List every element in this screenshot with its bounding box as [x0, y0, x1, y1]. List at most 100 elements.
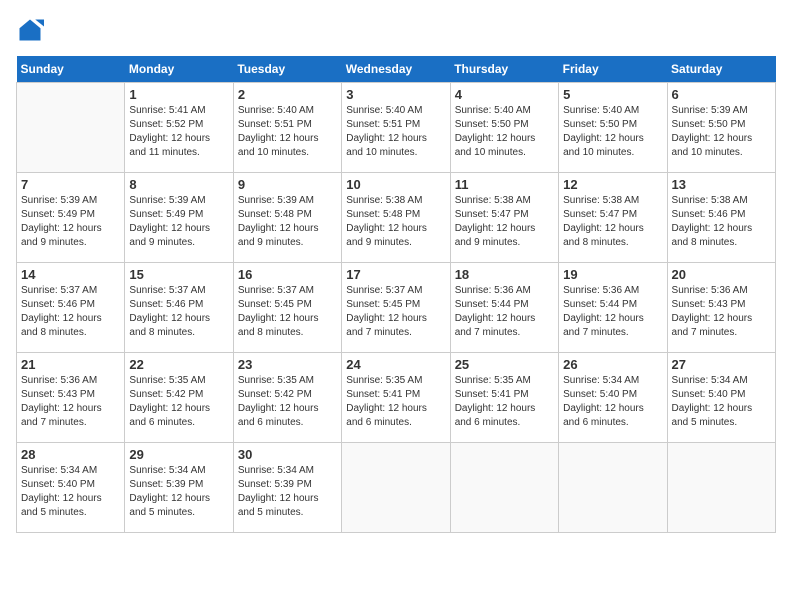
logo-icon [16, 16, 44, 44]
day-number: 14 [21, 267, 120, 282]
calendar-week-row: 28 Sunrise: 5:34 AM Sunset: 5:40 PM Dayli… [17, 443, 776, 533]
calendar-cell: 2 Sunrise: 5:40 AM Sunset: 5:51 PM Daylig… [233, 83, 341, 173]
day-number: 27 [672, 357, 771, 372]
day-number: 28 [21, 447, 120, 462]
calendar-cell: 3Sunrise: 5:40 AM Sunset: 5:51 PM Daylig… [342, 83, 450, 173]
calendar-week-row: 21 Sunrise: 5:36 AM Sunset: 5:43 PM Dayli… [17, 353, 776, 443]
day-number: 25 [455, 357, 554, 372]
calendar-cell: 18 Sunrise: 5:36 AM Sunset: 5:44 PM Dayli… [450, 263, 558, 353]
calendar-cell: 24 Sunrise: 5:35 AM Sunset: 5:41 PM Dayli… [342, 353, 450, 443]
calendar-cell: 21 Sunrise: 5:36 AM Sunset: 5:43 PM Dayli… [17, 353, 125, 443]
calendar-cell: 7 Sunrise: 5:39 AM Sunset: 5:49 PM Daylig… [17, 173, 125, 263]
day-number: 1 [129, 87, 228, 102]
calendar-cell [342, 443, 450, 533]
day-number: 13 [672, 177, 771, 192]
day-number: 2 [238, 87, 337, 102]
calendar-cell: 14 Sunrise: 5:37 AM Sunset: 5:46 PM Dayli… [17, 263, 125, 353]
day-info: Sunrise: 5:41 AM Sunset: 5:52 PM Dayligh… [129, 104, 228, 160]
calendar: SundayMondayTuesdayWednesdayThursdayFrid… [16, 56, 776, 533]
day-info: Sunrise: 5:36 AM Sunset: 5:43 PM Dayligh… [21, 374, 120, 430]
calendar-cell: 17Sunrise: 5:37 AM Sunset: 5:45 PM Dayli… [342, 263, 450, 353]
day-number: 24 [346, 357, 445, 372]
day-info: Sunrise: 5:36 AM Sunset: 5:44 PM Dayligh… [563, 284, 662, 340]
day-number: 12 [563, 177, 662, 192]
day-info: Sunrise: 5:37 AM Sunset: 5:45 PM Dayligh… [346, 284, 445, 340]
column-header-thursday: Thursday [450, 56, 558, 83]
logo [16, 16, 48, 44]
calendar-cell: 15 Sunrise: 5:37 AM Sunset: 5:46 PM Dayli… [125, 263, 233, 353]
day-info: Sunrise: 5:34 AM Sunset: 5:39 PM Dayligh… [129, 464, 228, 520]
calendar-week-row: 7 Sunrise: 5:39 AM Sunset: 5:49 PM Daylig… [17, 173, 776, 263]
day-info: Sunrise: 5:35 AM Sunset: 5:41 PM Dayligh… [455, 374, 554, 430]
calendar-cell: 23 Sunrise: 5:35 AM Sunset: 5:42 PM Dayli… [233, 353, 341, 443]
column-header-saturday: Saturday [667, 56, 775, 83]
day-number: 20 [672, 267, 771, 282]
calendar-cell: 10 Sunrise: 5:38 AM Sunset: 5:48 PM Dayli… [342, 173, 450, 263]
day-number: 23 [238, 357, 337, 372]
column-header-tuesday: Tuesday [233, 56, 341, 83]
calendar-cell: 12Sunrise: 5:38 AM Sunset: 5:47 PM Dayli… [559, 173, 667, 263]
calendar-cell: 4 Sunrise: 5:40 AM Sunset: 5:50 PM Daylig… [450, 83, 558, 173]
day-info: Sunrise: 5:40 AM Sunset: 5:50 PM Dayligh… [455, 104, 554, 160]
day-number: 5 [563, 87, 662, 102]
calendar-cell: 22 Sunrise: 5:35 AM Sunset: 5:42 PM Dayli… [125, 353, 233, 443]
calendar-cell: 8 Sunrise: 5:39 AM Sunset: 5:49 PM Daylig… [125, 173, 233, 263]
day-info: Sunrise: 5:38 AM Sunset: 5:47 PM Dayligh… [455, 194, 554, 250]
calendar-cell: 29 Sunrise: 5:34 AM Sunset: 5:39 PM Dayli… [125, 443, 233, 533]
calendar-week-row: 14 Sunrise: 5:37 AM Sunset: 5:46 PM Dayli… [17, 263, 776, 353]
calendar-cell: 11 Sunrise: 5:38 AM Sunset: 5:47 PM Dayli… [450, 173, 558, 263]
calendar-cell [17, 83, 125, 173]
day-info: Sunrise: 5:40 AM Sunset: 5:50 PM Dayligh… [563, 104, 662, 160]
day-info: Sunrise: 5:35 AM Sunset: 5:42 PM Dayligh… [129, 374, 228, 430]
column-header-friday: Friday [559, 56, 667, 83]
calendar-cell: 19 Sunrise: 5:36 AM Sunset: 5:44 PM Dayli… [559, 263, 667, 353]
day-number: 10 [346, 177, 445, 192]
page-header [16, 16, 776, 44]
day-info: Sunrise: 5:35 AM Sunset: 5:42 PM Dayligh… [238, 374, 337, 430]
calendar-cell: 26Sunrise: 5:34 AM Sunset: 5:40 PM Dayli… [559, 353, 667, 443]
day-number: 7 [21, 177, 120, 192]
calendar-cell: 6Sunrise: 5:39 AM Sunset: 5:50 PM Daylig… [667, 83, 775, 173]
calendar-cell: 16Sunrise: 5:37 AM Sunset: 5:45 PM Dayli… [233, 263, 341, 353]
day-number: 9 [238, 177, 337, 192]
day-info: Sunrise: 5:34 AM Sunset: 5:39 PM Dayligh… [238, 464, 337, 520]
calendar-cell: 27Sunrise: 5:34 AM Sunset: 5:40 PM Dayli… [667, 353, 775, 443]
day-number: 16 [238, 267, 337, 282]
day-info: Sunrise: 5:38 AM Sunset: 5:46 PM Dayligh… [672, 194, 771, 250]
day-info: Sunrise: 5:39 AM Sunset: 5:49 PM Dayligh… [129, 194, 228, 250]
day-info: Sunrise: 5:34 AM Sunset: 5:40 PM Dayligh… [563, 374, 662, 430]
day-info: Sunrise: 5:34 AM Sunset: 5:40 PM Dayligh… [21, 464, 120, 520]
day-info: Sunrise: 5:39 AM Sunset: 5:48 PM Dayligh… [238, 194, 337, 250]
day-info: Sunrise: 5:40 AM Sunset: 5:51 PM Dayligh… [238, 104, 337, 160]
day-number: 29 [129, 447, 228, 462]
calendar-cell [559, 443, 667, 533]
day-info: Sunrise: 5:37 AM Sunset: 5:46 PM Dayligh… [21, 284, 120, 340]
day-number: 8 [129, 177, 228, 192]
calendar-cell [667, 443, 775, 533]
calendar-cell: 13 Sunrise: 5:38 AM Sunset: 5:46 PM Dayli… [667, 173, 775, 263]
calendar-cell: 30 Sunrise: 5:34 AM Sunset: 5:39 PM Dayli… [233, 443, 341, 533]
day-number: 21 [21, 357, 120, 372]
day-number: 15 [129, 267, 228, 282]
calendar-cell: 28 Sunrise: 5:34 AM Sunset: 5:40 PM Dayli… [17, 443, 125, 533]
calendar-cell: 20 Sunrise: 5:36 AM Sunset: 5:43 PM Dayli… [667, 263, 775, 353]
day-number: 18 [455, 267, 554, 282]
day-info: Sunrise: 5:35 AM Sunset: 5:41 PM Dayligh… [346, 374, 445, 430]
day-info: Sunrise: 5:39 AM Sunset: 5:49 PM Dayligh… [21, 194, 120, 250]
day-info: Sunrise: 5:36 AM Sunset: 5:44 PM Dayligh… [455, 284, 554, 340]
column-header-monday: Monday [125, 56, 233, 83]
day-number: 30 [238, 447, 337, 462]
day-number: 3 [346, 87, 445, 102]
calendar-header-row: SundayMondayTuesdayWednesdayThursdayFrid… [17, 56, 776, 83]
calendar-cell: 25 Sunrise: 5:35 AM Sunset: 5:41 PM Dayli… [450, 353, 558, 443]
day-info: Sunrise: 5:36 AM Sunset: 5:43 PM Dayligh… [672, 284, 771, 340]
calendar-week-row: 1 Sunrise: 5:41 AM Sunset: 5:52 PM Daylig… [17, 83, 776, 173]
day-info: Sunrise: 5:38 AM Sunset: 5:48 PM Dayligh… [346, 194, 445, 250]
day-number: 11 [455, 177, 554, 192]
column-header-wednesday: Wednesday [342, 56, 450, 83]
day-number: 19 [563, 267, 662, 282]
day-info: Sunrise: 5:37 AM Sunset: 5:46 PM Dayligh… [129, 284, 228, 340]
day-number: 22 [129, 357, 228, 372]
day-number: 4 [455, 87, 554, 102]
day-number: 6 [672, 87, 771, 102]
